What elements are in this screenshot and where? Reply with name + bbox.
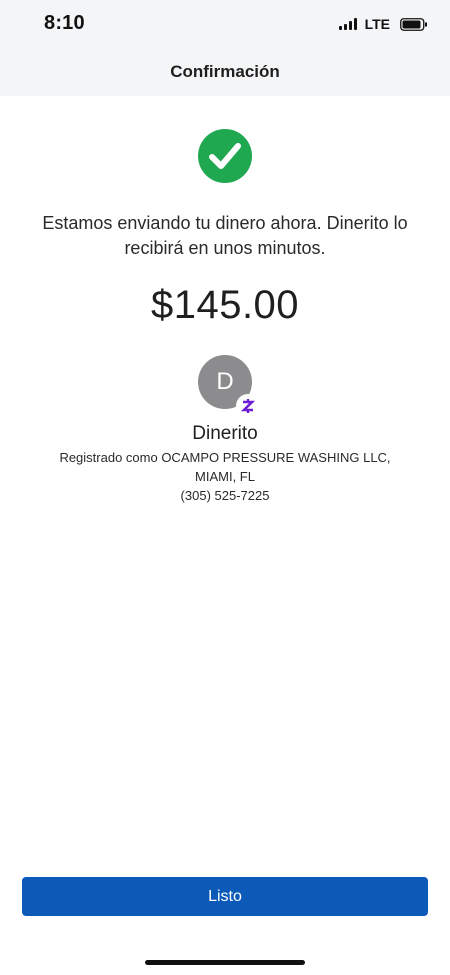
zelle-glyph — [241, 399, 255, 413]
amount-sent: $145.00 — [150, 283, 300, 327]
recipient-location: MIAMI, FL — [195, 469, 255, 484]
signal-icon — [338, 18, 357, 30]
page-title: Confirmación — [170, 62, 280, 81]
status-bar: 8:10 LTE — [0, 0, 450, 50]
done-button[interactable]: Listo — [22, 877, 428, 916]
network-label: LTE — [364, 16, 390, 32]
battery-icon — [400, 17, 427, 31]
status-time: 8:10 — [44, 12, 85, 34]
top-area: 8:10 LTE Confirmación — [0, 0, 450, 96]
recipient-name: Dinerito — [192, 423, 258, 444]
confirmation-message: Estamos enviando tu dinero ahora. Dineri… — [42, 213, 408, 258]
status-indicators: LTE — [338, 16, 428, 32]
recipient-registered-as: Registrado como OCAMPO PRESSURE WASHING … — [59, 450, 391, 465]
confirmation-screen: 8:10 LTE Confirmación Estamos enviando t… — [0, 0, 450, 975]
home-indicator[interactable] — [145, 960, 305, 965]
recipient-phone: (305) 525-7225 — [180, 488, 270, 503]
zelle-icon — [236, 394, 260, 418]
check-circle-icon — [198, 129, 252, 183]
